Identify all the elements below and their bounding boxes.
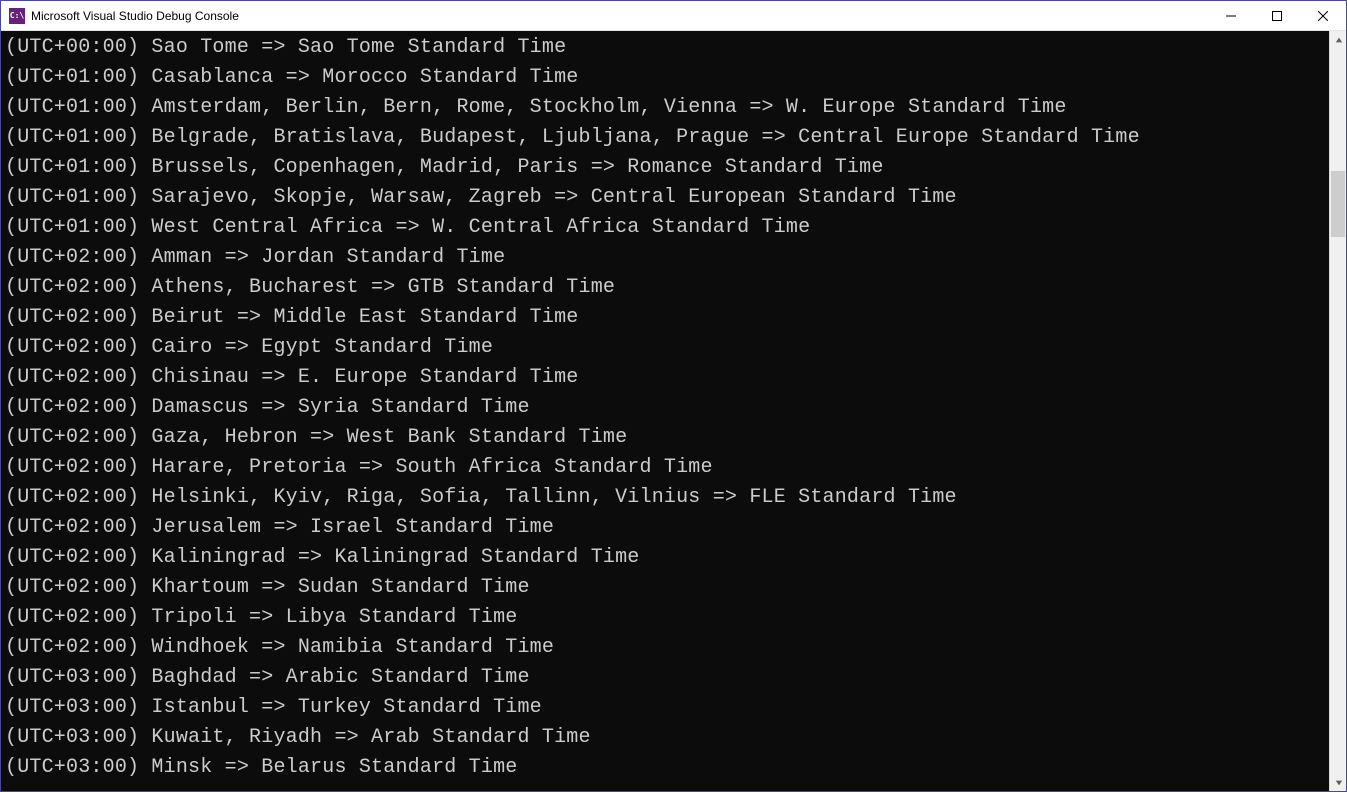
window-controls	[1208, 1, 1346, 30]
console-line: (UTC+02:00) Beirut => Middle East Standa…	[5, 303, 1329, 333]
console-line: (UTC+03:00) Kuwait, Riyadh => Arab Stand…	[5, 723, 1329, 753]
console-line: (UTC+02:00) Harare, Pretoria => South Af…	[5, 453, 1329, 483]
console-line: (UTC+03:00) Baghdad => Arabic Standard T…	[5, 663, 1329, 693]
vertical-scrollbar[interactable]	[1329, 31, 1346, 791]
window-frame: C:\ Microsoft Visual Studio Debug Consol…	[0, 0, 1347, 792]
console-line: (UTC+01:00) Brussels, Copenhagen, Madrid…	[5, 153, 1329, 183]
console-line: (UTC+02:00) Khartoum => Sudan Standard T…	[5, 573, 1329, 603]
scroll-down-button[interactable]	[1330, 774, 1347, 791]
chevron-down-icon	[1335, 779, 1343, 787]
minimize-button[interactable]	[1208, 1, 1254, 30]
console-line: (UTC+02:00) Helsinki, Kyiv, Riga, Sofia,…	[5, 483, 1329, 513]
console-line: (UTC+01:00) Belgrade, Bratislava, Budape…	[5, 123, 1329, 153]
console-line: (UTC+02:00) Kaliningrad => Kaliningrad S…	[5, 543, 1329, 573]
console-line: (UTC+02:00) Gaza, Hebron => West Bank St…	[5, 423, 1329, 453]
console-line: (UTC+03:00) Minsk => Belarus Standard Ti…	[5, 753, 1329, 783]
minimize-icon	[1226, 11, 1236, 21]
maximize-icon	[1272, 11, 1282, 21]
console-line: (UTC+02:00) Cairo => Egypt Standard Time	[5, 333, 1329, 363]
console-line: (UTC+02:00) Damascus => Syria Standard T…	[5, 393, 1329, 423]
console-line: (UTC+02:00) Jerusalem => Israel Standard…	[5, 513, 1329, 543]
console-line: (UTC+02:00) Chisinau => E. Europe Standa…	[5, 363, 1329, 393]
console-output[interactable]: (UTC+00:00) Sao Tome => Sao Tome Standar…	[1, 31, 1329, 791]
console-line: (UTC+02:00) Athens, Bucharest => GTB Sta…	[5, 273, 1329, 303]
client-area: (UTC+00:00) Sao Tome => Sao Tome Standar…	[1, 31, 1346, 791]
app-icon: C:\	[9, 8, 25, 24]
console-line: (UTC+00:00) Sao Tome => Sao Tome Standar…	[5, 33, 1329, 63]
console-line: (UTC+02:00) Windhoek => Namibia Standard…	[5, 633, 1329, 663]
close-button[interactable]	[1300, 1, 1346, 30]
scrollbar-track[interactable]	[1330, 48, 1346, 774]
chevron-up-icon	[1335, 36, 1343, 44]
window-title: Microsoft Visual Studio Debug Console	[31, 9, 239, 23]
console-line: (UTC+03:00) Istanbul => Turkey Standard …	[5, 693, 1329, 723]
scrollbar-thumb[interactable]	[1331, 171, 1345, 236]
maximize-button[interactable]	[1254, 1, 1300, 30]
close-icon	[1318, 11, 1328, 21]
console-line: (UTC+02:00) Amman => Jordan Standard Tim…	[5, 243, 1329, 273]
console-line: (UTC+01:00) Amsterdam, Berlin, Bern, Rom…	[5, 93, 1329, 123]
console-line: (UTC+01:00) Sarajevo, Skopje, Warsaw, Za…	[5, 183, 1329, 213]
console-line: (UTC+02:00) Tripoli => Libya Standard Ti…	[5, 603, 1329, 633]
console-line: (UTC+01:00) West Central Africa => W. Ce…	[5, 213, 1329, 243]
console-line: (UTC+01:00) Casablanca => Morocco Standa…	[5, 63, 1329, 93]
titlebar[interactable]: C:\ Microsoft Visual Studio Debug Consol…	[1, 1, 1346, 31]
scroll-up-button[interactable]	[1330, 31, 1347, 48]
